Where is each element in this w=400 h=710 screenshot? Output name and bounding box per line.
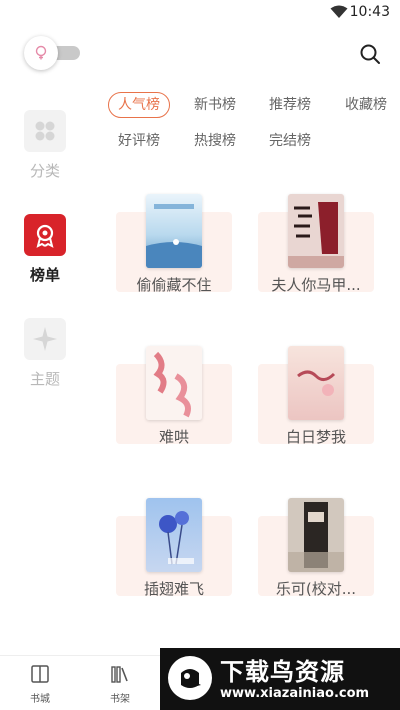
book-cover [146,498,202,572]
book-card[interactable]: 插翅难飞 [116,498,232,644]
wifi-icon [330,5,348,18]
theme-icon-box [24,318,66,360]
book-card[interactable]: 夫人你马甲... [258,194,374,340]
book-card[interactable]: 偷偷藏不住 [116,194,232,340]
tab-popular[interactable]: 人气榜 [108,92,170,118]
watermark-title: 下载鸟资源 [220,658,345,686]
book-open-icon [31,665,49,683]
ribbon-badge-icon [36,224,54,248]
side-nav-label: 主题 [29,370,60,388]
bottom-nav-item-bookstore[interactable]: 书城 [20,664,60,705]
book-cover [146,346,202,420]
tab-recommend[interactable]: 推荐榜 [269,92,311,118]
book-card[interactable]: 白日梦我 [258,346,374,492]
side-nav-item-classify[interactable]: 分类 [23,110,67,181]
tab-favorite[interactable]: 收藏榜 [345,92,387,118]
tab-good-review[interactable]: 好评榜 [118,128,160,154]
book-cover [288,194,344,268]
book-title: 乐可(校对... [275,580,357,598]
search-icon [360,44,380,64]
bottom-nav-label: 书城 [30,694,50,705]
book-title: 偷偷藏不住 [136,276,212,294]
book-title: 插翅难飞 [143,580,204,598]
book-card[interactable]: 难哄 [116,346,232,492]
side-nav-label: 榜单 [29,266,60,284]
book-title: 夫人你马甲... [271,276,361,294]
bird-logo-icon [168,656,212,700]
search-button[interactable] [358,42,382,66]
tab-completed[interactable]: 完结榜 [269,128,311,154]
toggle-knob [24,36,58,70]
side-nav-label: 分类 [29,162,60,180]
side-nav-item-theme[interactable]: 主题 [23,318,67,389]
watermark-url: www.xiazainiao.com [220,686,370,701]
book-cover [288,346,344,420]
star-compass-icon [33,327,57,351]
bottom-nav-label: 书架 [110,694,130,705]
tab-new[interactable]: 新书榜 [194,92,236,118]
status-bar: 10:43 [0,0,400,26]
status-time: 10:43 [349,4,390,20]
book-cover [288,498,344,572]
classify-icon-box [24,110,66,152]
bookshelf-icon [111,666,128,683]
book-card[interactable]: 乐可(校对... [258,498,374,644]
rank-icon-box [24,214,66,256]
book-title: 难哄 [158,428,189,446]
bulb-icon [35,45,47,60]
side-nav-item-rank[interactable]: 榜单 [23,214,67,285]
watermark: 下载鸟资源 www.xiazainiao.com [160,648,400,710]
book-cover [146,194,202,268]
grid-icon [35,121,55,141]
book-title: 白日梦我 [285,428,346,446]
tab-hot-search[interactable]: 热搜榜 [194,128,236,154]
night-mode-toggle[interactable] [24,36,82,70]
bottom-nav-item-bookshelf[interactable]: 书架 [100,664,140,705]
